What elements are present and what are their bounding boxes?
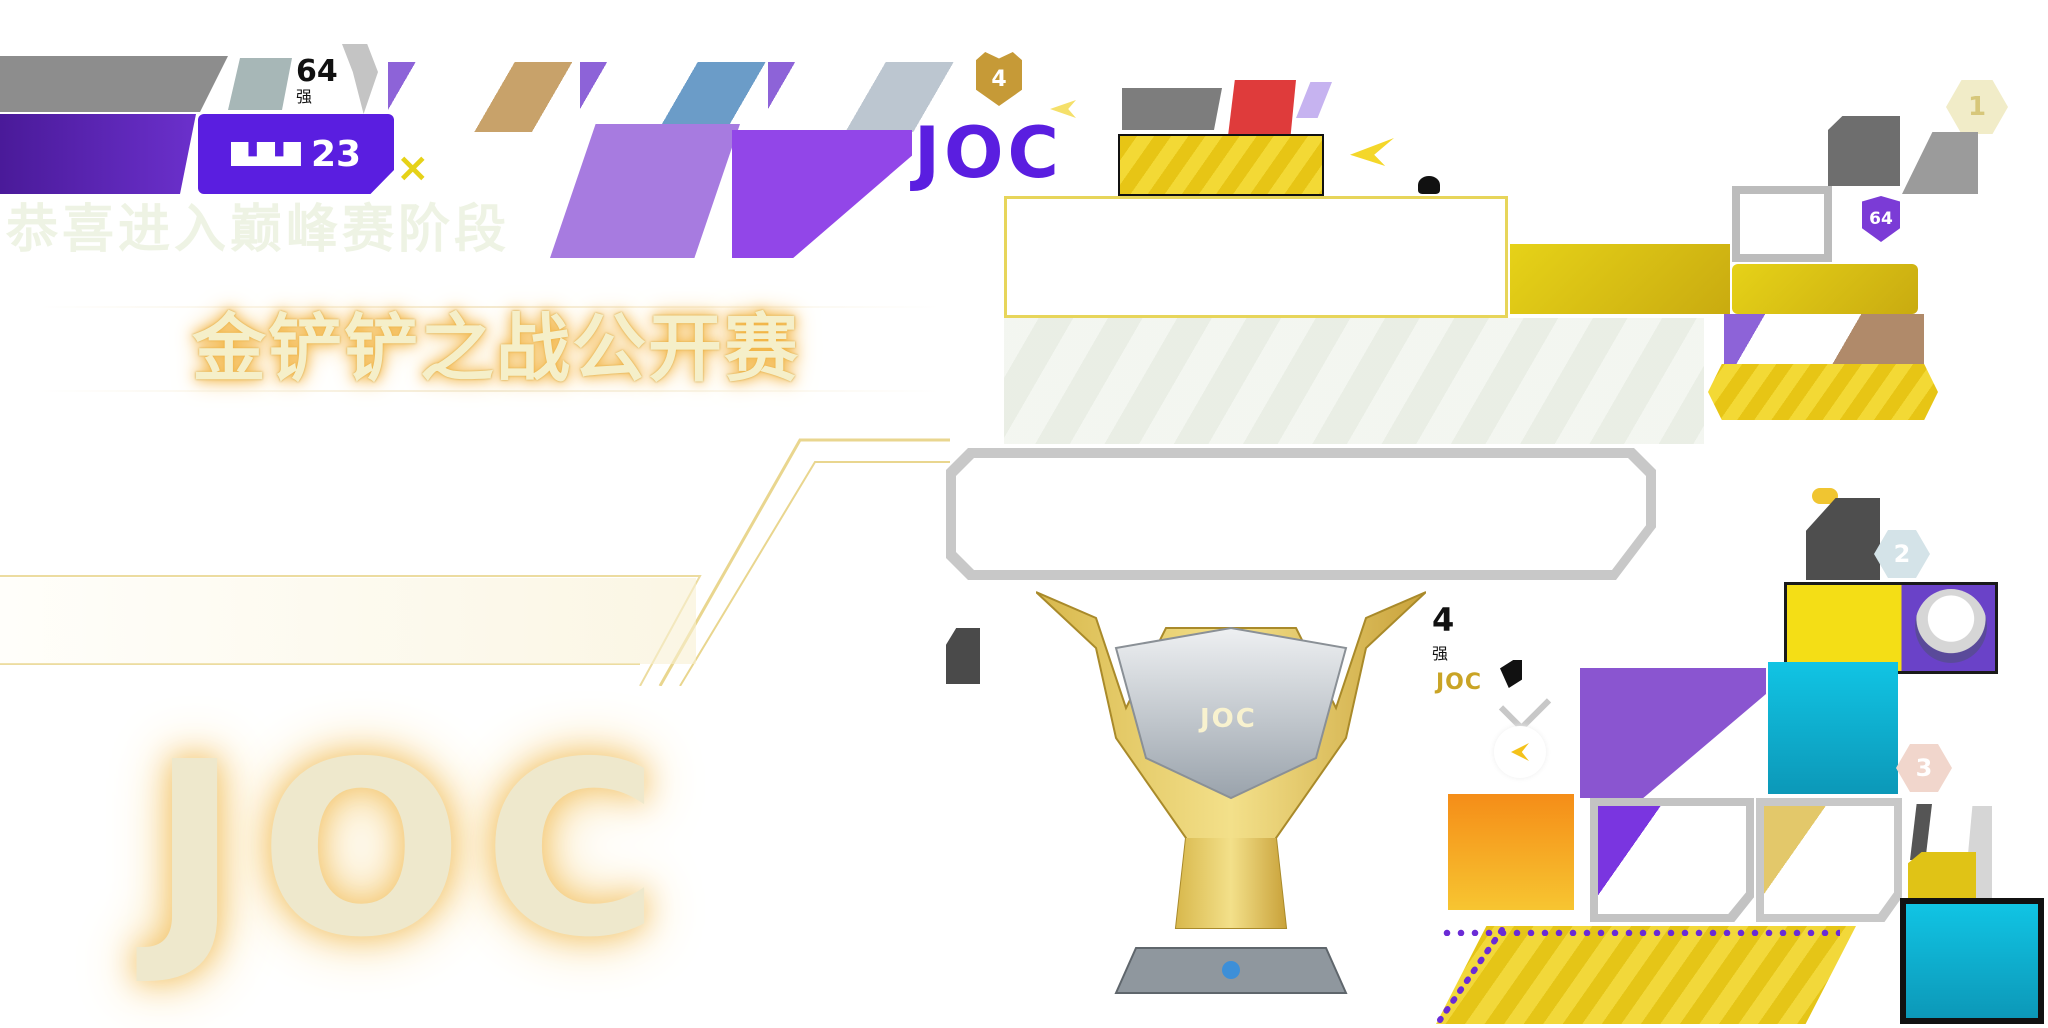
yellow-arrow-circle-icon[interactable] [1494, 726, 1546, 778]
rank-64-unit: 强 [296, 87, 313, 106]
cyan-square [1768, 662, 1898, 794]
season-purple-panel [0, 114, 196, 194]
rank-2-hex: 2 [1874, 530, 1930, 578]
trophy-thumb-card [1724, 314, 1924, 364]
purple-dot-diagonal [1436, 926, 1506, 1024]
rank-3-number: 3 [1915, 754, 1933, 782]
season-logo-icon [230, 142, 301, 166]
yellow-arrow-icon [1350, 138, 1394, 166]
trophy-card-2 [580, 62, 766, 132]
purple-dot-diagonal-svg [1437, 927, 1505, 1023]
gold-tab-right [1732, 264, 1918, 314]
dark-gray-chip [946, 628, 980, 684]
rank-4-unit: 强 [1432, 644, 1449, 663]
season-badge: 23 [198, 114, 394, 194]
black-corner-chip [1500, 660, 1522, 688]
gray-square-frame [1732, 186, 1832, 262]
gray-outline-frame-inner [956, 458, 1646, 570]
violet-slant-panel [732, 130, 912, 258]
joc-logo-large: JOC [150, 710, 680, 990]
penguin-avatar-icon [1915, 589, 1987, 663]
close-icon[interactable]: × [396, 148, 430, 188]
event-title: 金铲铲之战公开赛 [192, 306, 800, 392]
joc-logo-small: JOC [1436, 670, 1483, 695]
medal-4-number: 4 [991, 66, 1007, 92]
purple-slant-block [1580, 668, 1766, 798]
gray-block-right-2 [1902, 132, 1978, 194]
gray-header-bar [0, 56, 228, 112]
title-divider-bottom [40, 390, 940, 392]
yellow-arrow-glyph [1511, 743, 1529, 761]
gray-corner-tab [342, 44, 378, 114]
rank-1-number: 1 [1967, 92, 1987, 122]
gray-slant-tab [228, 58, 292, 110]
lavender-chip [1296, 82, 1332, 118]
black-dot-icon [1418, 176, 1440, 194]
dark-gray-stub [1910, 804, 1932, 860]
championship-trophy [1035, 588, 1427, 1008]
rank-2-number: 2 [1893, 540, 1911, 568]
gold-outline-panel [1004, 196, 1508, 318]
lavender-slant-panel [550, 124, 740, 258]
gray-block-top [1122, 88, 1222, 130]
rank-64-shield: 64 [1862, 196, 1900, 242]
trophy-card-1 [388, 62, 578, 132]
gray-check-icon [1498, 679, 1552, 733]
gold-hex-bar [1708, 364, 1938, 420]
joc-logo-top: JOC [914, 112, 1063, 194]
cream-band [0, 578, 696, 664]
red-block-top [1228, 80, 1296, 136]
medal-4-icon: 4 [976, 52, 1022, 106]
orange-square [1448, 794, 1574, 910]
trophy-svg [1035, 591, 1427, 994]
penguin-avatar-card [1784, 582, 1998, 674]
gold-panel-right [1510, 244, 1730, 314]
rank-1-hex: 1 [1946, 80, 2008, 134]
gray-block-right [1828, 116, 1900, 186]
season-number: 23 [310, 133, 362, 175]
rank-4-number: 4 [1432, 601, 1455, 639]
purple-outline-card-inner [1598, 806, 1746, 914]
rank-64-shield-number: 64 [1869, 209, 1893, 229]
gold-outline-card-inner [1764, 806, 1894, 914]
pale-pattern-panel [1004, 318, 1704, 444]
trophy-logo-text: JOC [1200, 704, 1257, 734]
cyan-square-bottom [1900, 898, 2044, 1024]
dark-gray-tall-chip [1806, 498, 1880, 580]
gold-bar-top [1118, 134, 1324, 196]
rank-64-badge: 64 强 [296, 56, 344, 116]
rank-3-hex: 3 [1896, 744, 1952, 792]
rank-64-number: 64 [296, 54, 338, 89]
congrats-banner: 恭喜进入巅峰赛阶段 [6, 200, 511, 260]
